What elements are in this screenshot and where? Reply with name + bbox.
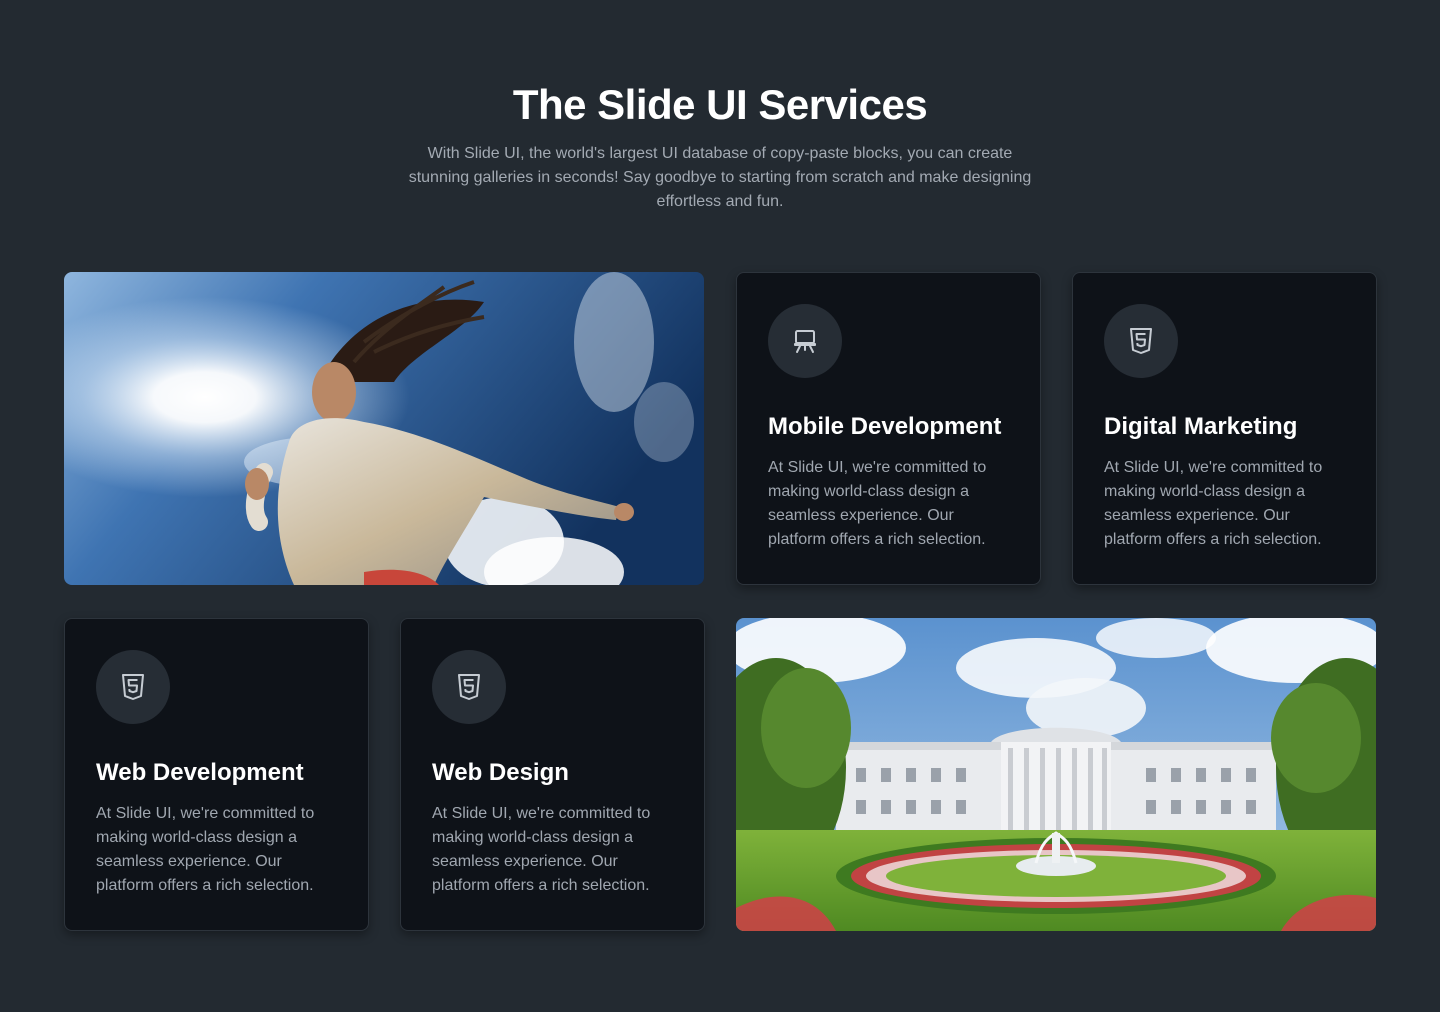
card-description: At Slide UI, we're committed to making w…: [768, 459, 987, 548]
card-title: Digital Marketing: [1104, 413, 1298, 440]
page-title: The Slide UI Services: [512, 81, 928, 128]
card-title: Web Development: [96, 759, 304, 786]
section-header: The Slide UI Services With Slide UI, the…: [0, 80, 1440, 214]
card-description: At Slide UI, we're committed to making w…: [432, 805, 651, 894]
presentation-icon: [768, 304, 842, 378]
html5-icon: [1104, 304, 1178, 378]
html5-icon: [432, 650, 506, 724]
service-card-web-development[interactable]: Web Development At Slide UI, we're commi…: [64, 618, 369, 931]
service-card-mobile-development[interactable]: Mobile Development At Slide UI, we're co…: [736, 272, 1041, 585]
runner-sky-image: [64, 272, 704, 585]
card-title: Mobile Development: [768, 413, 1002, 440]
html5-icon: [96, 650, 170, 724]
page-subtitle: With Slide UI, the world's largest UI da…: [408, 145, 1032, 210]
service-card-digital-marketing[interactable]: Digital Marketing At Slide UI, we're com…: [1072, 272, 1377, 585]
card-description: At Slide UI, we're committed to making w…: [1104, 459, 1323, 548]
card-title: Web Design: [432, 759, 569, 786]
white-house-garden-image: [736, 618, 1376, 931]
service-card-web-design[interactable]: Web Design At Slide UI, we're committed …: [400, 618, 705, 931]
card-description: At Slide UI, we're committed to making w…: [96, 805, 315, 894]
services-page: The Slide UI Services With Slide UI, the…: [0, 0, 1440, 1012]
